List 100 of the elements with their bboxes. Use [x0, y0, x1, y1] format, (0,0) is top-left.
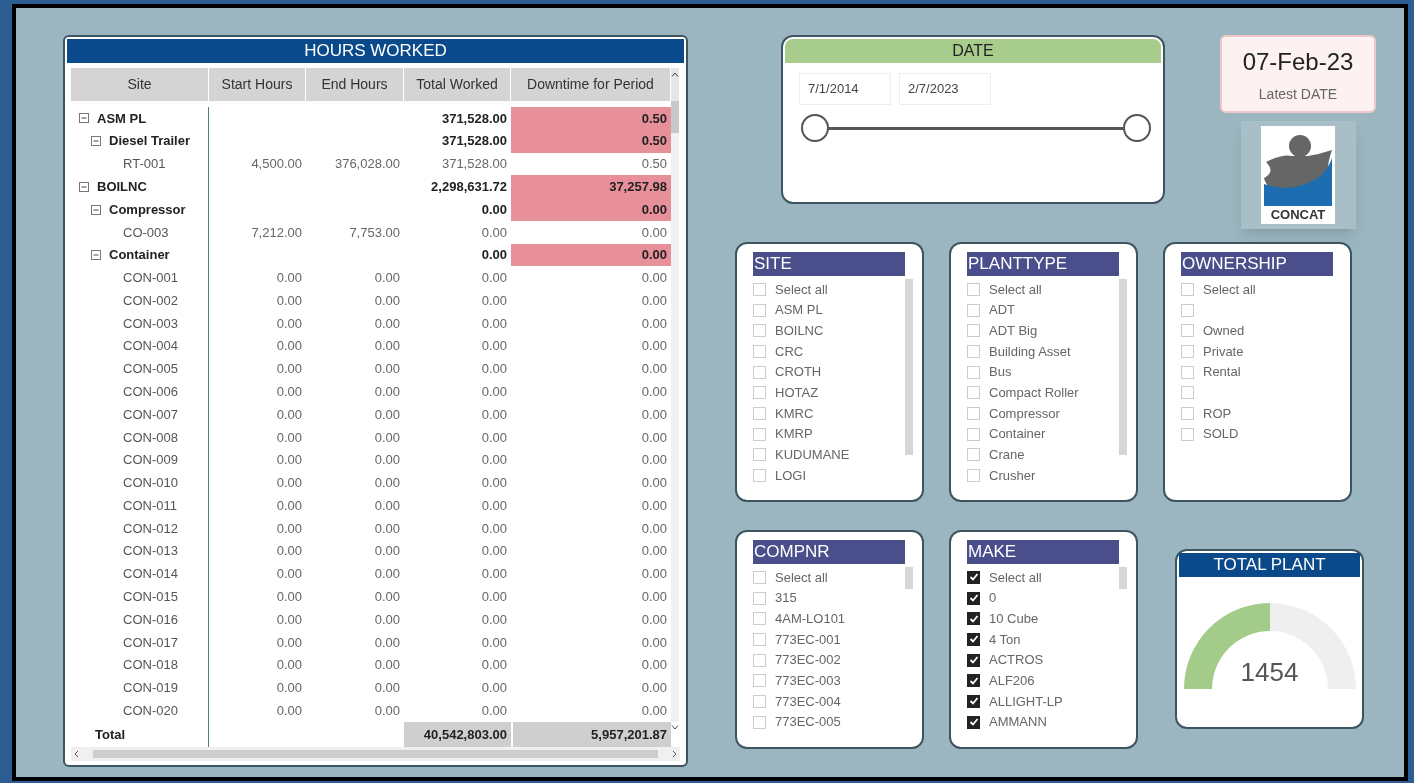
checkbox-label[interactable]: Rental: [1203, 362, 1241, 382]
checkbox[interactable]: [967, 632, 980, 646]
checkbox[interactable]: [967, 591, 980, 605]
checkbox-label[interactable]: Owned: [1203, 320, 1245, 341]
checkbox-label[interactable]: Select all: [989, 279, 1042, 300]
checkbox-label[interactable]: CRC: [775, 341, 804, 362]
table-cell-text: 0.00: [480, 565, 508, 584]
table-cell-text: 0.00: [373, 519, 401, 538]
scrollbar-thumb[interactable]: [671, 101, 679, 133]
checkbox[interactable]: [967, 570, 980, 584]
checkbox-label[interactable]: ADT Big: [989, 320, 1038, 341]
checkbox-label[interactable]: Private: [1203, 341, 1244, 362]
checkbox-label[interactable]: 773EC-005: [775, 712, 841, 732]
horizontal-scrollbar-thumb[interactable]: [93, 750, 658, 758]
scrollbar-thumb[interactable]: [1119, 279, 1127, 455]
checkbox-label[interactable]: LOGI: [775, 465, 807, 486]
row-label: CON-006: [123, 383, 178, 401]
table-cell-text: 0.00: [275, 291, 303, 310]
checkbox-label[interactable]: KMRP: [775, 424, 813, 444]
scrollbar-thumb[interactable]: [905, 279, 913, 455]
checkbox-label[interactable]: HOTAZ: [775, 383, 819, 403]
checkbox-label[interactable]: ADT: [989, 300, 1015, 320]
table-cell-text: 0.00: [275, 360, 303, 379]
table-cell-text: 0.00: [373, 360, 401, 379]
table-cell-text: 0.00: [640, 701, 668, 720]
row-label: CON-014: [123, 565, 178, 584]
checkbox-label[interactable]: Building Asset: [989, 341, 1071, 362]
checkbox-label[interactable]: Select all: [989, 567, 1042, 588]
checkbox-label[interactable]: ALF206: [989, 671, 1035, 691]
table-cell-text: 0.00: [373, 496, 401, 515]
row-label[interactable]: ASM PL: [97, 108, 147, 129]
table-cell-text: 0.00: [373, 269, 401, 288]
scrollbar-thumb[interactable]: [905, 567, 913, 589]
checkbox[interactable]: [967, 694, 980, 708]
checkbox-label[interactable]: Compact Roller: [989, 383, 1079, 403]
checkbox-label[interactable]: 4AM-LO101: [775, 608, 846, 629]
checkbox-label[interactable]: Crusher: [989, 465, 1036, 486]
checkbox-label[interactable]: 773EC-003: [775, 671, 841, 691]
row-label[interactable]: BOILNC: [97, 177, 147, 197]
column-header[interactable]: End Hours: [306, 68, 404, 101]
column-header[interactable]: Site: [71, 68, 209, 101]
checkbox-label[interactable]: 773EC-001: [775, 629, 841, 650]
column-header[interactable]: Total Worked: [404, 68, 511, 101]
slider-handle[interactable]: [1123, 114, 1151, 142]
table-cell-text: 0.00: [373, 610, 401, 629]
check-icon: [968, 675, 979, 686]
checkbox-label[interactable]: 0: [989, 588, 997, 608]
scrollbar-thumb[interactable]: [1119, 567, 1127, 589]
table-cell-text: 0.00: [480, 701, 508, 720]
slider-handle[interactable]: [801, 114, 829, 142]
row-label: CON-016: [123, 610, 178, 629]
checkbox-label[interactable]: 4 Ton: [989, 629, 1021, 650]
checkbox-label[interactable]: Select all: [1203, 279, 1256, 300]
table-cell-text: 0.00: [480, 337, 508, 356]
table-cell: 0.00: [511, 198, 671, 221]
table-cell-text: 0.00: [480, 428, 508, 447]
checkbox-label[interactable]: 315: [775, 588, 797, 608]
checkbox-label[interactable]: Container: [989, 424, 1046, 444]
checkbox-label[interactable]: KUDUMANE: [775, 445, 850, 465]
checkbox-label[interactable]: Select all: [775, 279, 828, 300]
checkbox-label[interactable]: CROTH: [775, 362, 822, 382]
row-label: CON-009: [123, 451, 178, 470]
checkbox-label[interactable]: BOILNC: [775, 320, 824, 341]
row-label: CON-007: [123, 405, 178, 424]
table-cell-text: 0.00: [480, 383, 508, 401]
checkbox-label[interactable]: AMMANN: [989, 712, 1047, 732]
checkbox-label[interactable]: 773EC-004: [775, 691, 841, 712]
check-icon: [968, 655, 979, 666]
checkbox[interactable]: [967, 653, 980, 667]
row-label[interactable]: Compressor: [109, 199, 186, 220]
checkbox-label[interactable]: Bus: [989, 362, 1012, 382]
checkbox-label[interactable]: KMRC: [775, 403, 814, 424]
checkbox[interactable]: [967, 715, 980, 729]
checkbox-label[interactable]: ROP: [1203, 403, 1232, 424]
table-cell-text: 0.00: [640, 679, 668, 698]
checkbox[interactable]: [967, 612, 980, 626]
row-label[interactable]: Diesel Trailer: [109, 131, 190, 151]
table-cell-text: 371,528.00: [440, 155, 508, 174]
row-label[interactable]: Container: [109, 245, 170, 265]
row-label: CON-015: [123, 588, 178, 607]
end-date-field[interactable]: 2/7/2023: [899, 73, 991, 105]
checkbox-label[interactable]: 10 Cube: [989, 608, 1039, 629]
table-cell-text: 0.00: [640, 360, 668, 379]
table-cell-text: 0.00: [640, 656, 668, 675]
checkbox-label[interactable]: 773EC-002: [775, 650, 841, 670]
start-date-field[interactable]: 7/1/2014: [799, 73, 891, 105]
checkbox-label[interactable]: SOLD: [1203, 424, 1239, 444]
column-header[interactable]: Start Hours: [209, 68, 306, 101]
checkbox[interactable]: [967, 674, 980, 688]
table-cell-text: 0.00: [640, 383, 668, 401]
checkbox-label[interactable]: ASM PL: [775, 300, 823, 320]
checkbox-label[interactable]: Crane: [989, 445, 1025, 465]
table-cell-text: 0.00: [480, 588, 508, 607]
checkbox-label[interactable]: ACTROS: [989, 650, 1044, 670]
table-title: HOURS WORKED: [67, 39, 684, 63]
checkbox-label[interactable]: ALLIGHT-LP: [989, 691, 1063, 712]
gauge-value: 1454: [1240, 657, 1299, 687]
checkbox-label[interactable]: Select all: [775, 567, 828, 588]
checkbox-label[interactable]: Compressor: [989, 403, 1060, 424]
column-header[interactable]: Downtime for Period: [511, 68, 671, 101]
